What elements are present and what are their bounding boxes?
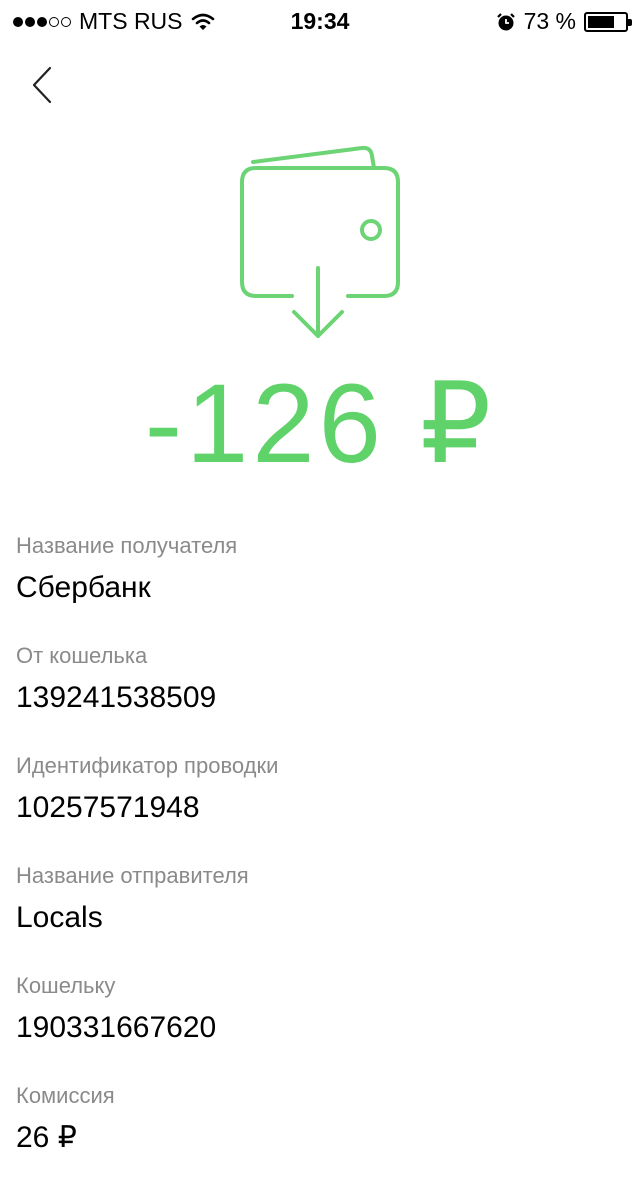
commission-field: Комиссия 26 ₽ <box>16 1080 624 1190</box>
battery-icon <box>584 11 632 32</box>
field-label: Идентификатор проводки <box>16 753 279 778</box>
field-label: Комиссия <box>16 1083 115 1108</box>
battery-percentage: 73 % <box>523 8 576 34</box>
field-value: 139241538509 <box>16 681 217 714</box>
back-button[interactable] <box>22 62 62 108</box>
wallet-outgoing-icon <box>240 145 400 338</box>
to-wallet-field: Кошельку 190331667620 <box>16 970 624 1080</box>
field-value: Сбербанк <box>16 571 151 604</box>
field-label: От кошелька <box>16 643 148 668</box>
battery-level <box>588 15 615 28</box>
field-label: Кошельку <box>16 973 116 998</box>
chevron-left-icon <box>32 66 52 104</box>
transaction-id-field: Идентификатор проводки 10257571948 <box>16 750 624 860</box>
field-label: Название получателя <box>16 533 238 558</box>
status-bar: MTS RUS 19:34 73 % <box>0 0 640 40</box>
sender-name-field: Название отправителя Locals <box>16 860 624 970</box>
field-label: Название отправителя <box>16 863 249 888</box>
recipient-name-field: Название получателя Сбербанк <box>16 530 624 640</box>
transaction-amount: -126 ₽ <box>144 361 496 486</box>
field-value: Locals <box>16 901 103 934</box>
transaction-details: Название получателя Сбербанк От кошелька… <box>16 530 624 1190</box>
field-value: 190331667620 <box>16 1011 217 1044</box>
field-value: 10257571948 <box>16 791 200 824</box>
status-right: 73 % <box>496 8 632 35</box>
from-wallet-field: От кошелька 139241538509 <box>16 640 624 750</box>
alarm-icon <box>496 12 515 30</box>
field-value: 26 ₽ <box>16 1121 77 1154</box>
